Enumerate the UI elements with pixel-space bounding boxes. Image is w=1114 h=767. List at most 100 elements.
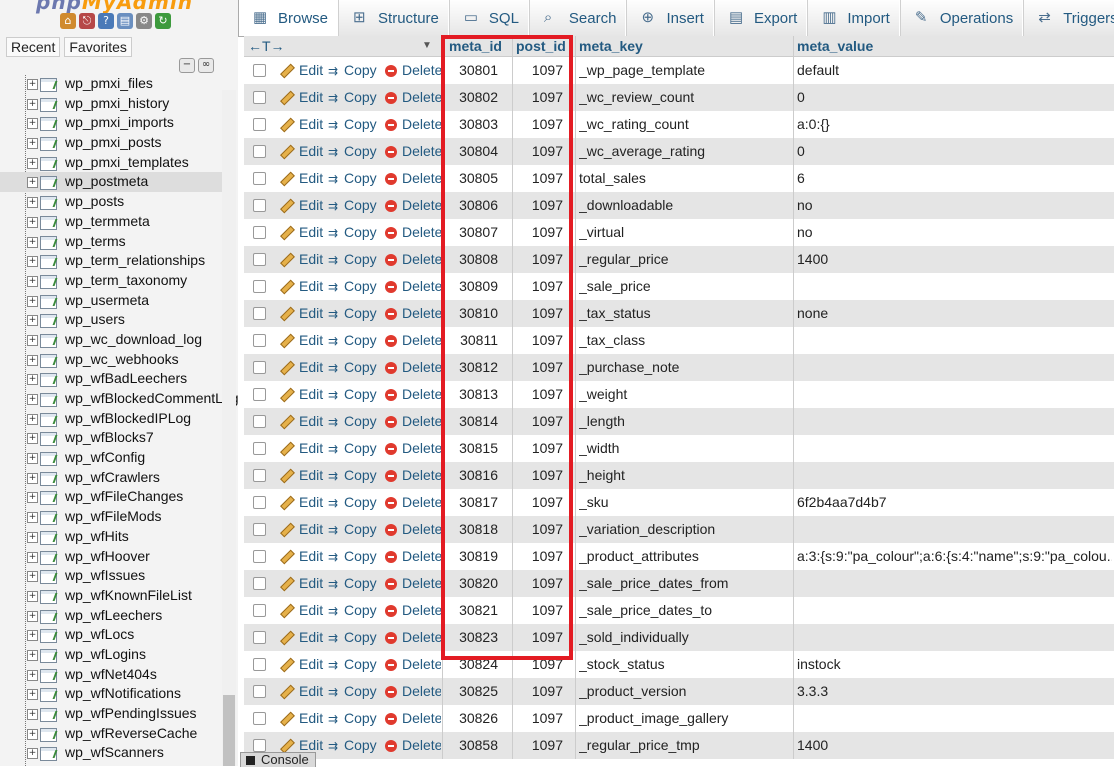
expand-icon[interactable]: + <box>27 256 38 268</box>
cell-meta-key[interactable]: _product_version <box>579 678 789 705</box>
cell-meta-key[interactable]: _stock_status <box>579 651 789 678</box>
expand-icon[interactable]: + <box>27 334 38 346</box>
cell-meta-value[interactable]: 0 <box>797 138 1112 165</box>
cell-meta-id[interactable]: 30808 <box>443 246 498 273</box>
expand-icon[interactable]: + <box>27 571 38 583</box>
nav-table-name[interactable]: wp_pmxi_posts <box>65 134 162 150</box>
expand-icon[interactable]: + <box>27 236 38 248</box>
cell-post-id[interactable]: 1097 <box>513 678 563 705</box>
expand-icon[interactable]: + <box>27 216 38 228</box>
cell-meta-value[interactable]: 6f2b4aa7d4b7 <box>797 489 1112 516</box>
edit-link[interactable]: Edit <box>280 651 323 678</box>
row-checkbox[interactable] <box>253 172 266 185</box>
reload-icon[interactable]: ↻ <box>155 13 171 29</box>
row-checkbox[interactable] <box>253 253 266 266</box>
copy-link[interactable]: ⇉ Copy <box>328 354 377 381</box>
console-bar[interactable]: Console <box>240 752 316 767</box>
cell-meta-value[interactable] <box>797 462 1112 489</box>
edit-link[interactable]: Edit <box>280 705 323 732</box>
tab-sql[interactable]: ▭ SQL <box>448 0 529 36</box>
expand-icon[interactable]: + <box>27 649 38 661</box>
nav-table-item[interactable]: + wp_usermeta <box>0 291 222 311</box>
edit-link[interactable]: Edit <box>280 57 323 84</box>
nav-table-name[interactable]: wp_usermeta <box>65 292 149 308</box>
cell-meta-key[interactable]: _weight <box>579 381 789 408</box>
expand-icon[interactable]: + <box>27 79 38 90</box>
cell-meta-value[interactable] <box>797 354 1112 381</box>
cell-meta-value[interactable] <box>797 516 1112 543</box>
nav-table-name[interactable]: wp_wfKnownFileList <box>65 587 192 603</box>
row-checkbox[interactable] <box>253 685 266 698</box>
cell-post-id[interactable]: 1097 <box>513 543 563 570</box>
row-checkbox[interactable] <box>253 577 266 590</box>
expand-icon[interactable]: + <box>27 590 38 602</box>
cell-meta-key[interactable]: _sale_price_dates_to <box>579 597 789 624</box>
cell-meta-key[interactable]: _product_image_gallery <box>579 705 789 732</box>
expand-icon[interactable]: + <box>27 413 38 425</box>
edit-link[interactable]: Edit <box>280 84 323 111</box>
row-checkbox[interactable] <box>253 604 266 617</box>
nav-table-name[interactable]: wp_pmxi_imports <box>65 114 174 130</box>
expand-icon[interactable]: + <box>27 492 38 504</box>
expand-icon[interactable]: + <box>27 275 38 287</box>
cell-meta-id[interactable]: 30858 <box>443 732 498 759</box>
cell-meta-id[interactable]: 30819 <box>443 543 498 570</box>
cell-meta-id[interactable]: 30823 <box>443 624 498 651</box>
nav-table-item[interactable]: + wp_wfHits <box>0 527 222 547</box>
row-checkbox[interactable] <box>253 226 266 239</box>
nav-table-item[interactable]: + wp_terms <box>0 232 222 252</box>
nav-table-item[interactable]: + wp_term_taxonomy <box>0 271 222 291</box>
nav-table-item[interactable]: + wp_wfLocs <box>0 625 222 645</box>
nav-table-item[interactable]: + wp_wfPendingIssues <box>0 704 222 724</box>
delete-link[interactable]: Delete <box>385 624 441 651</box>
edit-link[interactable]: Edit <box>280 192 323 219</box>
cell-meta-key[interactable]: total_sales <box>579 165 789 192</box>
row-checkbox[interactable] <box>253 388 266 401</box>
copy-link[interactable]: ⇉ Copy <box>328 408 377 435</box>
cell-meta-id[interactable]: 30802 <box>443 84 498 111</box>
edit-link[interactable]: Edit <box>280 246 323 273</box>
nav-table-name[interactable]: wp_wc_webhooks <box>65 351 179 367</box>
cell-post-id[interactable]: 1097 <box>513 516 563 543</box>
tab-import[interactable]: ▥ Import <box>807 0 900 36</box>
nav-table-item[interactable]: + wp_wfCrawlers <box>0 468 222 488</box>
nav-table-name[interactable]: wp_pmxi_files <box>65 75 153 91</box>
nav-table-item[interactable]: + wp_wfBlockedIPLog <box>0 409 222 429</box>
nav-table-item[interactable]: + wp_pmxi_posts <box>0 133 222 153</box>
cell-post-id[interactable]: 1097 <box>513 381 563 408</box>
recent-tab[interactable]: Recent <box>6 37 61 57</box>
copy-link[interactable]: ⇉ Copy <box>328 192 377 219</box>
cell-meta-id[interactable]: 30817 <box>443 489 498 516</box>
delete-link[interactable]: Delete <box>385 111 441 138</box>
cell-meta-id[interactable]: 30814 <box>443 408 498 435</box>
nav-table-name[interactable]: wp_wfIssues <box>65 567 145 583</box>
cell-post-id[interactable]: 1097 <box>513 435 563 462</box>
favorites-tab[interactable]: Favorites <box>64 37 132 57</box>
cell-meta-key[interactable]: _tax_class <box>579 327 789 354</box>
expand-icon[interactable]: + <box>27 118 38 130</box>
cell-meta-value[interactable] <box>797 435 1112 462</box>
nav-table-item[interactable]: + wp_wfBadLeechers <box>0 369 222 389</box>
cell-meta-key[interactable]: _width <box>579 435 789 462</box>
expand-icon[interactable]: + <box>27 138 38 150</box>
cell-meta-value[interactable] <box>797 705 1112 732</box>
row-checkbox[interactable] <box>253 496 266 509</box>
edit-link[interactable]: Edit <box>280 300 323 327</box>
expand-icon[interactable]: + <box>27 374 38 386</box>
copy-link[interactable]: ⇉ Copy <box>328 246 377 273</box>
copy-link[interactable]: ⇉ Copy <box>328 489 377 516</box>
nav-table-item[interactable]: + wp_wfLogins <box>0 645 222 665</box>
nav-table-name[interactable]: wp_terms <box>65 233 126 249</box>
tab-export[interactable]: ▤ Export <box>713 0 808 36</box>
nav-table-name[interactable]: wp_termmeta <box>65 213 150 229</box>
cell-post-id[interactable]: 1097 <box>513 651 563 678</box>
cell-meta-id[interactable]: 30810 <box>443 300 498 327</box>
nav-table-name[interactable]: wp_wfFileChanges <box>65 488 183 504</box>
row-checkbox[interactable] <box>253 307 266 320</box>
delete-link[interactable]: Delete <box>385 57 441 84</box>
row-checkbox[interactable] <box>253 145 266 158</box>
nav-table-item[interactable]: + wp_wfBlocks7 <box>0 428 222 448</box>
nav-table-name[interactable]: wp_wfReverseCache <box>65 725 197 741</box>
row-checkbox[interactable] <box>253 631 266 644</box>
cell-meta-key[interactable]: _virtual <box>579 219 789 246</box>
